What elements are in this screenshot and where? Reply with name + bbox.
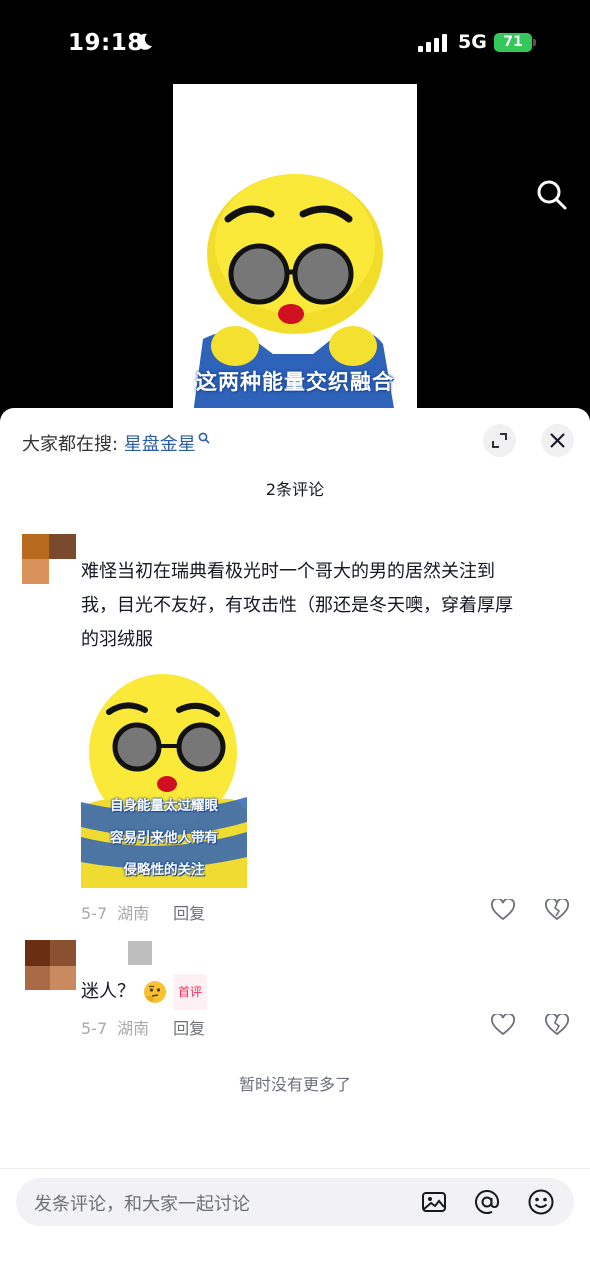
like-heart-icon[interactable] [491,899,515,921]
comment-count: 2条评论 [265,480,325,499]
emoji-character-illustration [193,174,395,414]
emoji-smile-icon[interactable] [527,1188,555,1216]
sticker-caption-line: 容易引来他人带有 [110,830,218,846]
status-bar: 19:18 5G 71 [0,0,590,84]
comment-date: 5-7 [81,904,108,923]
search-icon[interactable] [536,179,568,211]
comment-text: 难怪当初在瑞典看极光时一个哥大的男的居然关注到 我，目光不友好，有攻击性（那还是… [81,555,513,657]
dislike-broken-heart-icon[interactable] [545,1014,569,1036]
no-more-comments: 暂时没有更多了 [238,1075,351,1094]
comment-item: 难怪当初在瑞典看极光时一个哥大的男的居然关注到 我，目光不友好，有攻击性（那还是… [0,532,590,924]
sticker-caption-line: 自身能量太过耀眼 [110,798,218,814]
comment-location: 湖南 [117,1019,150,1038]
video-area[interactable]: 这两种能量交织融合 [0,84,590,414]
status-time: 19:18 [68,30,144,56]
small-search-icon [198,432,210,444]
signal-icon [418,34,447,52]
moon-icon [137,33,152,50]
close-icon [550,433,565,448]
comment-input-placeholder[interactable]: 发条评论，和大家一起讨论 [34,1190,250,1216]
search-suggestion-prefix: 大家都在搜: [22,434,119,455]
image-icon[interactable] [420,1188,448,1216]
battery-level: 71 [503,34,523,50]
sticker-caption-line: 侵略性的关注 [123,862,205,878]
comment-meta: 5-7 湖南 回复 [81,900,215,924]
network-type: 5G [458,31,487,53]
expand-button[interactable] [483,424,516,457]
close-button[interactable] [541,424,574,457]
comment-text-content: 迷人？ [81,981,135,1002]
reply-button[interactable]: 回复 [173,904,205,923]
expand-icon [492,433,507,448]
comment-text-line: 的羽绒服 [81,629,153,650]
dislike-broken-heart-icon[interactable] [545,899,569,921]
video-caption: 这两种能量交织融合 [196,370,394,394]
reply-button[interactable]: 回复 [173,1019,205,1038]
comment-date: 5-7 [81,1019,108,1038]
comment-item: 迷人？ 首评 5-7 湖南 回复 [0,940,590,1040]
comment-meta: 5-7 湖南 回复 [81,1015,215,1039]
comment-input[interactable]: 发条评论，和大家一起讨论 [16,1178,574,1226]
mention-at-icon[interactable] [473,1188,501,1216]
avatar[interactable] [22,534,76,584]
comment-text-line: 我，目光不友好，有攻击性（那还是冬天噢，穿着厚厚 [81,595,513,616]
battery-indicator: 71 [494,33,532,52]
comment-location: 湖南 [117,904,150,923]
battery-tip [533,39,536,46]
video-frame[interactable]: 这两种能量交织融合 [173,84,417,414]
search-suggestion-keyword[interactable]: 星盘金星 [124,434,196,455]
comment-sticker-image[interactable]: 自身能量太过耀眼 容易引来他人带有 侵略性的关注 [81,662,247,888]
thinking-face-emoji-icon [144,981,166,1003]
avatar[interactable] [25,940,79,990]
divider [0,1168,590,1169]
comment-text: 迷人？ 首评 [81,974,208,1010]
first-comment-badge: 首评 [173,974,208,1010]
comment-sheet: 大家都在搜: 星盘金星 2条评论 难怪当初在瑞典看极光时一个哥大的男的居然关注到… [0,408,590,1280]
comment-text-line: 难怪当初在瑞典看极光时一个哥大的男的居然关注到 [81,561,495,582]
like-heart-icon[interactable] [491,1014,515,1036]
username-placeholder [128,941,152,965]
emoji-character-illustration [81,674,247,888]
search-suggestion[interactable]: 大家都在搜: 星盘金星 [22,430,210,456]
